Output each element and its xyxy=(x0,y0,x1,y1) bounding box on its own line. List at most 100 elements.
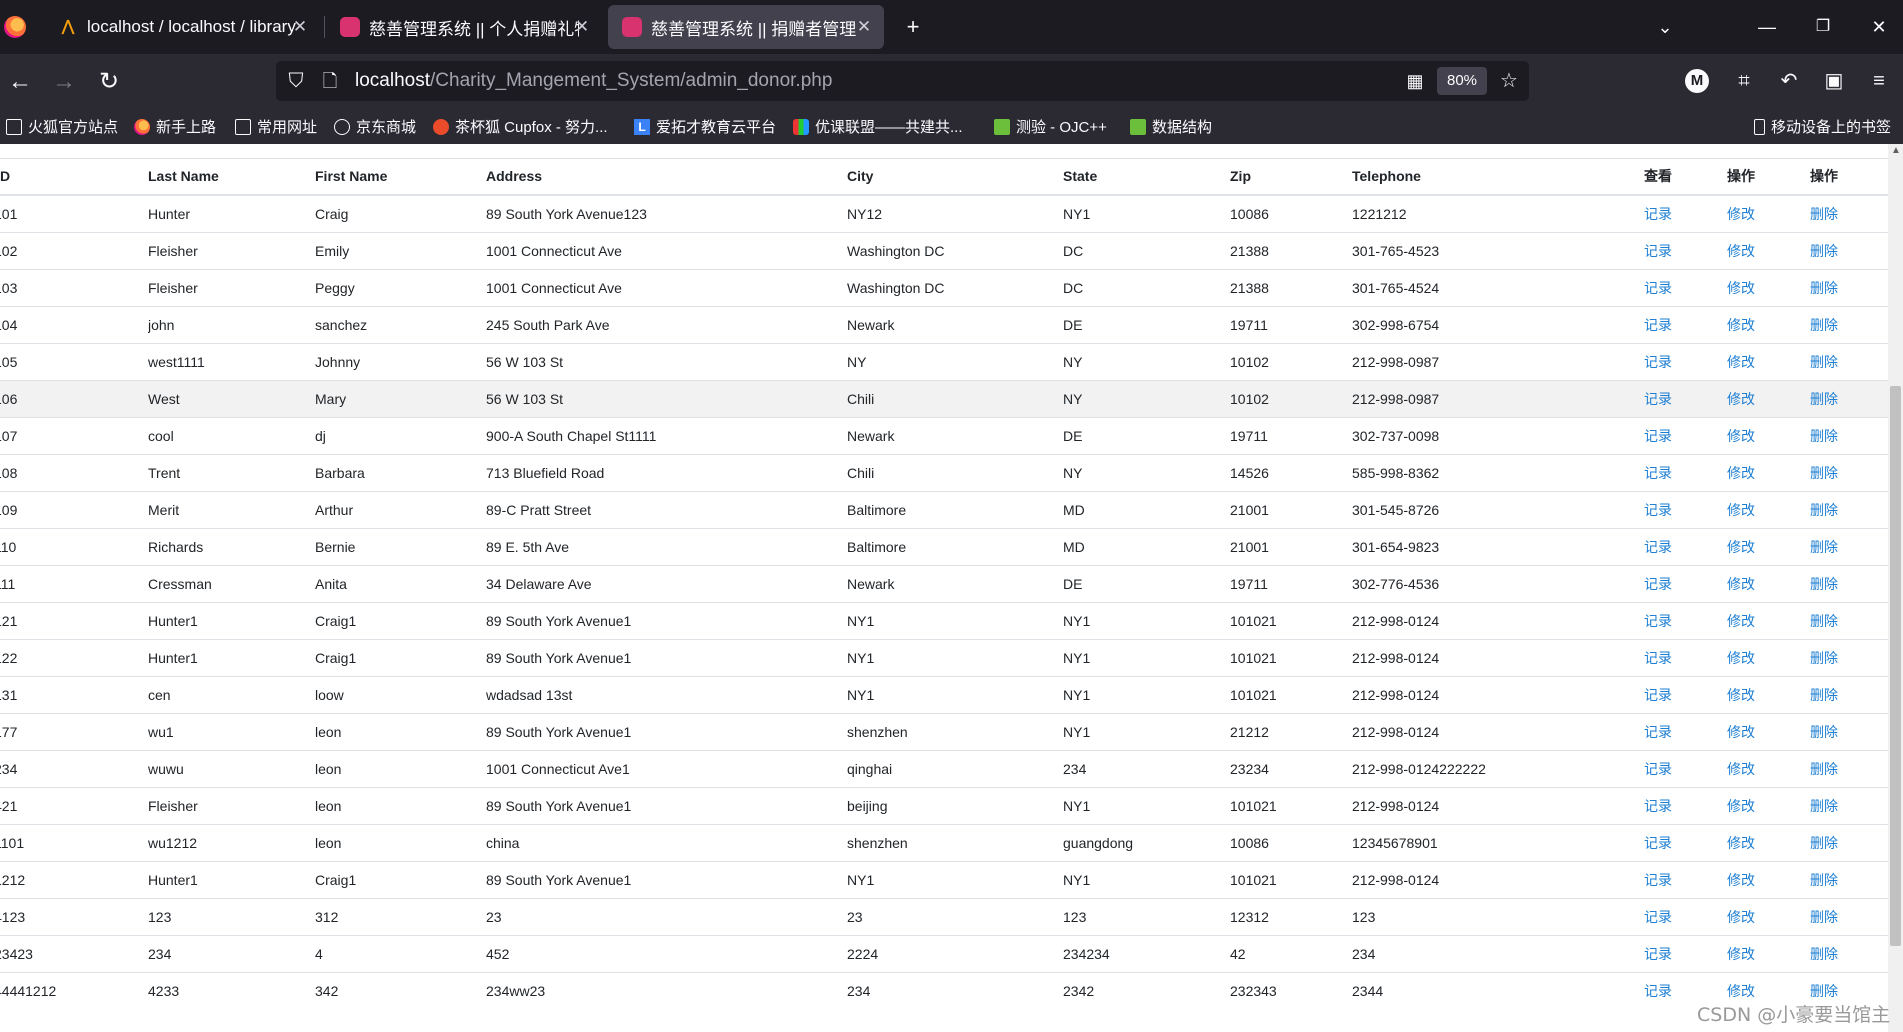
view-record-link[interactable]: 记录 xyxy=(1644,983,1672,999)
bookmark-item[interactable]: 火狐官方站点 xyxy=(6,116,118,137)
delete-link[interactable]: 删除 xyxy=(1810,280,1838,296)
bookmark-item[interactable]: 测验 - OJC++ xyxy=(994,116,1107,137)
bookmark-item[interactable]: 茶杯狐 Cupfox - 努力... xyxy=(433,116,608,137)
new-tab-plus-icon[interactable]: + xyxy=(896,12,930,42)
view-record-link[interactable]: 记录 xyxy=(1644,354,1672,370)
delete-link[interactable]: 删除 xyxy=(1810,391,1838,407)
delete-link[interactable]: 删除 xyxy=(1810,428,1838,444)
edit-link[interactable]: 修改 xyxy=(1727,946,1755,962)
view-record-link[interactable]: 记录 xyxy=(1644,909,1672,925)
delete-link[interactable]: 删除 xyxy=(1810,502,1838,518)
edit-link[interactable]: 修改 xyxy=(1727,613,1755,629)
edit-link[interactable]: 修改 xyxy=(1727,428,1755,444)
account-icon[interactable]: M xyxy=(1685,69,1709,93)
edit-link[interactable]: 修改 xyxy=(1727,539,1755,555)
view-record-link[interactable]: 记录 xyxy=(1644,539,1672,555)
delete-link[interactable]: 删除 xyxy=(1810,650,1838,666)
crop-screenshot-icon[interactable]: ⌗ xyxy=(1730,67,1758,95)
edit-link[interactable]: 修改 xyxy=(1727,687,1755,703)
edit-link[interactable]: 修改 xyxy=(1727,724,1755,740)
url-text[interactable]: localhost/Charity_Mangement_System/admin… xyxy=(355,70,832,92)
list-tabs-chevron-icon[interactable]: ⌄ xyxy=(1648,12,1682,42)
close-icon[interactable]: ✕ xyxy=(572,17,592,37)
edit-link[interactable]: 修改 xyxy=(1727,835,1755,851)
menu-hamburger-icon[interactable]: ≡ xyxy=(1865,67,1893,95)
delete-link[interactable]: 删除 xyxy=(1810,687,1838,703)
view-record-link[interactable]: 记录 xyxy=(1644,428,1672,444)
delete-link[interactable]: 删除 xyxy=(1810,576,1838,592)
close-icon[interactable]: ✕ xyxy=(854,17,874,37)
undo-arrow-icon[interactable]: ↶ xyxy=(1775,67,1803,95)
view-record-link[interactable]: 记录 xyxy=(1644,946,1672,962)
page-icon[interactable]: 🗋 xyxy=(318,69,342,93)
view-record-link[interactable]: 记录 xyxy=(1644,724,1672,740)
shield-icon[interactable]: ⛉ xyxy=(284,69,308,93)
bookmark-item[interactable]: 京东商城 xyxy=(334,116,416,137)
delete-link[interactable]: 删除 xyxy=(1810,354,1838,370)
view-record-link[interactable]: 记录 xyxy=(1644,872,1672,888)
qr-code-icon[interactable]: ▦ xyxy=(1403,69,1427,93)
tab-donor-management[interactable]: 慈善管理系统 || 捐赠者管理 ✕ xyxy=(608,5,884,49)
delete-link[interactable]: 删除 xyxy=(1810,946,1838,962)
edit-link[interactable]: 修改 xyxy=(1727,872,1755,888)
delete-link[interactable]: 删除 xyxy=(1810,317,1838,333)
delete-link[interactable]: 删除 xyxy=(1810,465,1838,481)
edit-link[interactable]: 修改 xyxy=(1727,280,1755,296)
view-record-link[interactable]: 记录 xyxy=(1644,465,1672,481)
forward-arrow-icon[interactable]: → xyxy=(48,66,80,98)
zoom-level-badge[interactable]: 80% xyxy=(1437,67,1487,95)
view-record-link[interactable]: 记录 xyxy=(1644,613,1672,629)
view-record-link[interactable]: 记录 xyxy=(1644,502,1672,518)
tab-gift-records[interactable]: 慈善管理系统 || 个人捐赠礼物记录 ✕ xyxy=(326,5,602,49)
delete-link[interactable]: 删除 xyxy=(1810,724,1838,740)
delete-link[interactable]: 删除 xyxy=(1810,983,1838,999)
delete-link[interactable]: 删除 xyxy=(1810,243,1838,259)
delete-link[interactable]: 删除 xyxy=(1810,206,1838,222)
edit-link[interactable]: 修改 xyxy=(1727,983,1755,999)
minimize-icon[interactable]: — xyxy=(1744,12,1790,42)
reload-icon[interactable]: ↻ xyxy=(93,66,125,98)
address-bar[interactable]: ⛉ 🗋 localhost/Charity_Mangement_System/a… xyxy=(276,61,1529,101)
bookmark-item[interactable]: 数据结构 xyxy=(1130,116,1212,137)
delete-link[interactable]: 删除 xyxy=(1810,909,1838,925)
view-record-link[interactable]: 记录 xyxy=(1644,687,1672,703)
delete-link[interactable]: 删除 xyxy=(1810,798,1838,814)
view-record-link[interactable]: 记录 xyxy=(1644,798,1672,814)
view-record-link[interactable]: 记录 xyxy=(1644,243,1672,259)
extension-icon[interactable]: ▣ xyxy=(1820,67,1848,95)
delete-link[interactable]: 删除 xyxy=(1810,835,1838,851)
scrollbar-thumb[interactable] xyxy=(1890,386,1901,946)
tab-phpmyadmin[interactable]: ⋀ localhost / localhost / library ✕ xyxy=(44,5,320,49)
edit-link[interactable]: 修改 xyxy=(1727,206,1755,222)
view-record-link[interactable]: 记录 xyxy=(1644,576,1672,592)
scroll-up-arrow-icon[interactable]: ▲ xyxy=(1891,146,1901,156)
view-record-link[interactable]: 记录 xyxy=(1644,317,1672,333)
delete-link[interactable]: 删除 xyxy=(1810,539,1838,555)
view-record-link[interactable]: 记录 xyxy=(1644,761,1672,777)
edit-link[interactable]: 修改 xyxy=(1727,909,1755,925)
delete-link[interactable]: 删除 xyxy=(1810,872,1838,888)
edit-link[interactable]: 修改 xyxy=(1727,576,1755,592)
restore-icon[interactable]: ❐ xyxy=(1800,12,1846,42)
view-record-link[interactable]: 记录 xyxy=(1644,650,1672,666)
edit-link[interactable]: 修改 xyxy=(1727,317,1755,333)
edit-link[interactable]: 修改 xyxy=(1727,354,1755,370)
edit-link[interactable]: 修改 xyxy=(1727,650,1755,666)
edit-link[interactable]: 修改 xyxy=(1727,243,1755,259)
window-close-icon[interactable]: ✕ xyxy=(1856,12,1902,42)
bookmark-item[interactable]: 优课联盟——共建共... xyxy=(793,116,963,137)
mobile-bookmarks[interactable]: 移动设备上的书签 xyxy=(1754,116,1891,137)
edit-link[interactable]: 修改 xyxy=(1727,761,1755,777)
view-record-link[interactable]: 记录 xyxy=(1644,206,1672,222)
edit-link[interactable]: 修改 xyxy=(1727,798,1755,814)
view-record-link[interactable]: 记录 xyxy=(1644,391,1672,407)
view-record-link[interactable]: 记录 xyxy=(1644,835,1672,851)
view-record-link[interactable]: 记录 xyxy=(1644,280,1672,296)
firefox-icon[interactable] xyxy=(4,16,26,38)
edit-link[interactable]: 修改 xyxy=(1727,502,1755,518)
delete-link[interactable]: 删除 xyxy=(1810,613,1838,629)
close-icon[interactable]: ✕ xyxy=(290,17,310,37)
bookmark-star-icon[interactable]: ☆ xyxy=(1497,69,1521,93)
bookmark-item[interactable]: 常用网址 xyxy=(235,116,317,137)
edit-link[interactable]: 修改 xyxy=(1727,465,1755,481)
